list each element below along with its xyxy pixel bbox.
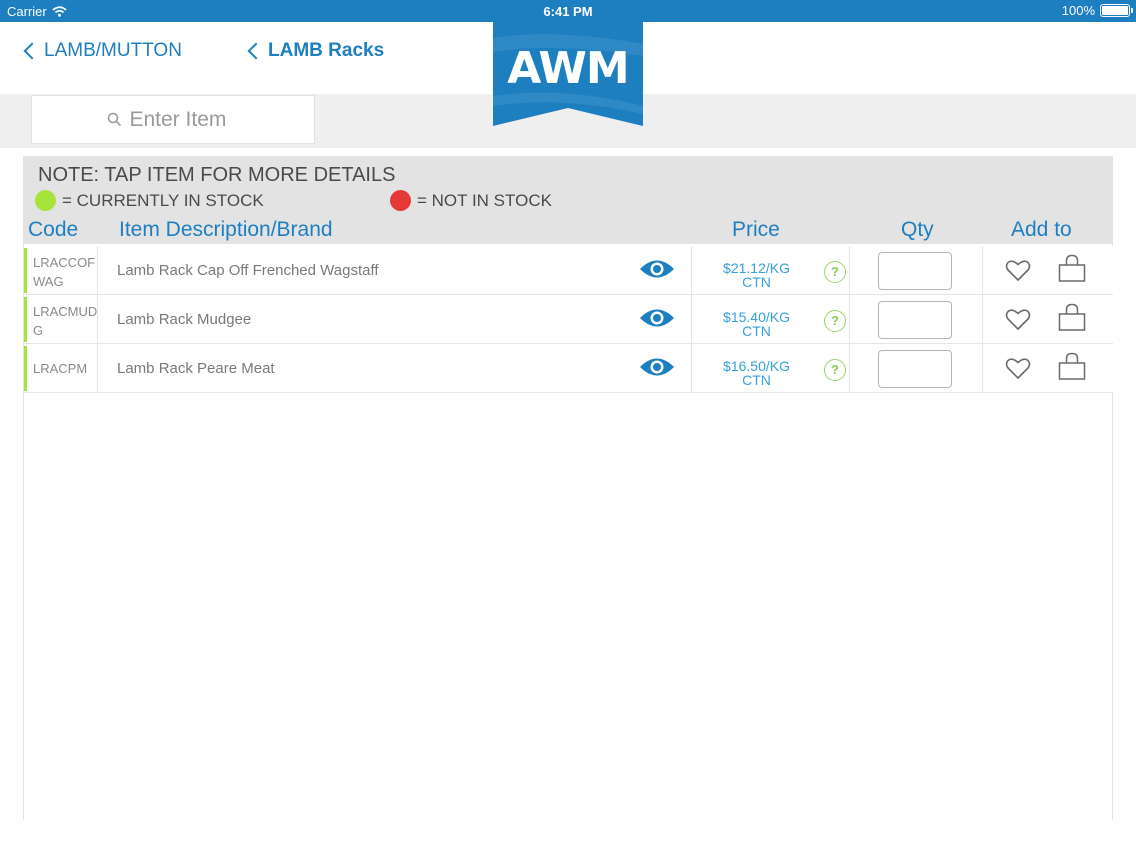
divider: [97, 344, 98, 392]
green-dot-icon: [35, 190, 56, 211]
battery-icon: [1100, 4, 1133, 17]
legend-in-stock-label: = CURRENTLY IN STOCK: [62, 190, 264, 210]
column-header-qty: Qty: [901, 218, 934, 241]
item-code: LRACCOFWAG: [33, 255, 96, 289]
stock-indicator: [24, 248, 27, 293]
price-value: $21.12/KG: [723, 260, 790, 276]
divider: [849, 295, 850, 343]
quantity-input[interactable]: [878, 252, 952, 290]
price-value: $16.50/KG: [723, 358, 790, 374]
item-code: LRACPM: [33, 361, 88, 376]
quantity-input[interactable]: [878, 301, 952, 339]
price-unit: CTN: [742, 372, 771, 388]
divider: [849, 246, 850, 294]
help-icon[interactable]: ?: [824, 310, 846, 332]
product-panel: NOTE: TAP ITEM FOR MORE DETAILS = CURREN…: [23, 156, 1113, 820]
quantity-input[interactable]: [878, 350, 952, 388]
divider: [982, 295, 983, 343]
item-description: Lamb Rack Cap Off Frenched Wagstaff: [117, 262, 379, 279]
divider: [691, 246, 692, 294]
divider: [982, 344, 983, 392]
search-input[interactable]: [129, 107, 240, 132]
status-bar: Carrier 6:41 PM 100%: [0, 0, 1136, 22]
search-box[interactable]: [31, 95, 315, 144]
stock-indicator: [24, 346, 27, 391]
note-title: NOTE: TAP ITEM FOR MORE DETAILS: [38, 164, 396, 186]
back-button-lamb-racks[interactable]: LAMB Racks: [247, 40, 385, 62]
heart-icon[interactable]: [1005, 259, 1031, 282]
note-box: NOTE: TAP ITEM FOR MORE DETAILS = CURREN…: [24, 156, 1113, 244]
back-button-label: LAMB Racks: [268, 40, 385, 61]
help-icon[interactable]: ?: [824, 261, 846, 283]
chevron-left-icon: [23, 42, 41, 60]
divider: [691, 344, 692, 392]
item-price: $15.40/KG CTN: [704, 310, 809, 338]
item-description: Lamb Rack Mudgee: [117, 311, 252, 328]
heart-icon[interactable]: [1005, 357, 1031, 380]
item-price: $16.50/KG CTN: [704, 359, 809, 387]
chevron-left-icon: [247, 42, 265, 60]
item-description: Lamb Rack Peare Meat: [117, 360, 275, 377]
divider: [849, 344, 850, 392]
awm-logo: AWM: [493, 22, 643, 126]
price-value: $15.40/KG: [723, 309, 790, 325]
heart-icon[interactable]: [1005, 308, 1031, 331]
search-icon: [107, 112, 121, 127]
legend-not-in-stock-label: = NOT IN STOCK: [417, 190, 552, 210]
legend-in-stock: = CURRENTLY IN STOCK: [35, 190, 264, 211]
battery-percent: 100%: [1061, 3, 1095, 18]
divider: [97, 295, 98, 343]
column-header-add-to: Add to: [1011, 218, 1072, 241]
back-button-lamb-mutton[interactable]: LAMB/MUTTON: [23, 40, 182, 62]
battery-group: 100%: [1061, 3, 1133, 18]
help-icon[interactable]: ?: [824, 359, 846, 381]
price-unit: CTN: [742, 323, 771, 339]
divider: [691, 295, 692, 343]
item-price: $21.12/KG CTN: [704, 261, 809, 289]
column-header-description: Item Description/Brand: [119, 218, 333, 241]
red-dot-icon: [390, 190, 411, 211]
eye-icon[interactable]: [639, 258, 675, 280]
legend-not-in-stock: = NOT IN STOCK: [390, 190, 552, 211]
divider: [982, 246, 983, 294]
logo-text: AWM: [507, 43, 628, 94]
bag-icon[interactable]: [1058, 352, 1086, 381]
column-header-price: Price: [732, 218, 780, 241]
table-row[interactable]: LRACMUDG Lamb Rack Mudgee $15.40/KG CTN …: [24, 295, 1113, 344]
eye-icon[interactable]: [639, 356, 675, 378]
bag-icon[interactable]: [1058, 254, 1086, 283]
table-row[interactable]: LRACPM Lamb Rack Peare Meat $16.50/KG CT…: [24, 344, 1113, 393]
column-header-code: Code: [28, 218, 79, 241]
divider: [97, 246, 98, 294]
status-time: 6:41 PM: [543, 4, 593, 19]
back-button-label: LAMB/MUTTON: [44, 40, 182, 61]
stock-indicator: [24, 297, 27, 342]
price-unit: CTN: [742, 274, 771, 290]
bag-icon[interactable]: [1058, 303, 1086, 332]
item-code: LRACMUDG: [33, 304, 98, 338]
eye-icon[interactable]: [639, 307, 675, 329]
table-row[interactable]: LRACCOFWAG Lamb Rack Cap Off Frenched Wa…: [24, 246, 1113, 295]
